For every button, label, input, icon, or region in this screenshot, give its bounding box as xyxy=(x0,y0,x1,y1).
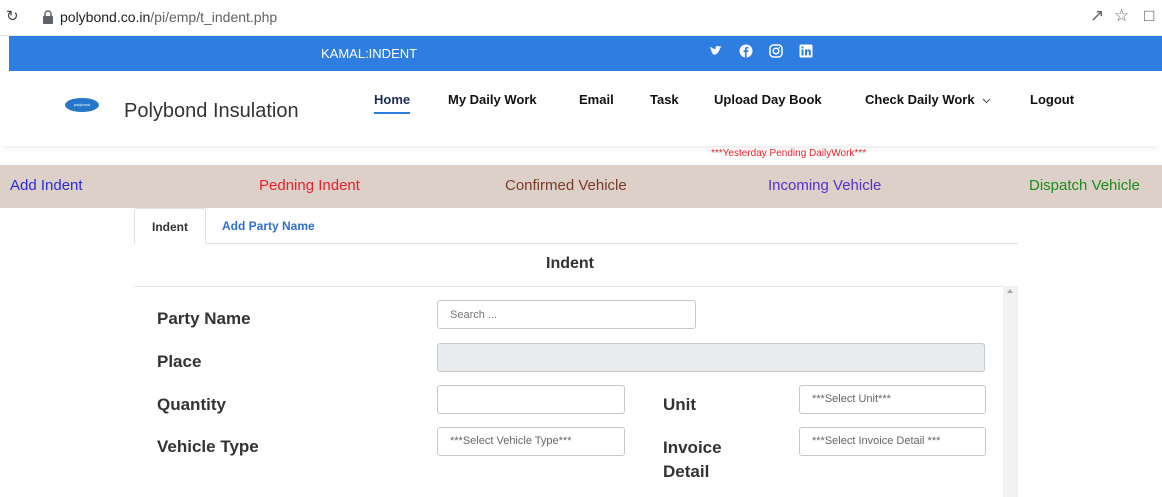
place-field xyxy=(437,343,985,372)
tab-indent[interactable]: Indent xyxy=(134,208,206,244)
nav-logout[interactable]: Logout xyxy=(1030,92,1074,107)
scroll-up-arrow-icon[interactable] xyxy=(1007,289,1013,293)
nav-task[interactable]: Task xyxy=(650,92,679,107)
unit-label: Unit xyxy=(663,395,697,414)
quantity-input[interactable] xyxy=(437,385,625,414)
nav-my-daily-work[interactable]: My Daily Work xyxy=(448,92,537,107)
tab-add-party-name[interactable]: Add Party Name xyxy=(222,208,315,244)
place-label: Place xyxy=(157,352,202,371)
nav-check-daily-work[interactable]: Check Daily Work xyxy=(865,92,991,107)
url-host: polybond.co.in xyxy=(60,9,151,25)
twitter-icon[interactable] xyxy=(709,44,723,58)
incoming-vehicle-link[interactable]: Incoming Vehicle xyxy=(768,177,881,194)
top-bar-title: KAMAL:INDENT xyxy=(321,46,418,61)
browser-address-bar: ↻ polybond.co.in/pi/emp/t_indent.php ↗ ☆… xyxy=(0,0,1162,36)
dispatch-vehicle-link[interactable]: Dispatch Vehicle xyxy=(1029,177,1140,194)
lock-icon xyxy=(43,10,53,24)
quantity-label: Quantity xyxy=(157,395,226,414)
nav-home[interactable]: Home xyxy=(374,92,411,114)
url-path: /pi/emp/t_indent.php xyxy=(150,9,278,25)
instagram-icon[interactable] xyxy=(769,44,783,58)
invoice-detail-label-line1: Invoice xyxy=(663,438,722,457)
vehicle-type-label: Vehicle Type xyxy=(157,437,259,456)
nav-upload-day-book[interactable]: Upload Day Book xyxy=(714,92,822,107)
linkedin-icon[interactable] xyxy=(799,44,813,58)
indent-menu-strip: Add Indent Pedning Indent Confirmed Vehi… xyxy=(0,165,1162,208)
chevron-down-icon xyxy=(982,98,991,103)
facebook-icon[interactable] xyxy=(739,44,753,58)
star-icon[interactable]: ☆ xyxy=(1114,6,1129,26)
pending-indent-link[interactable]: Pedning Indent xyxy=(259,177,360,194)
nav-check-daily-work-label: Check Daily Work xyxy=(865,92,975,107)
add-indent-link[interactable]: Add Indent xyxy=(10,177,83,194)
url-field[interactable]: polybond.co.in/pi/emp/t_indent.php xyxy=(60,9,277,25)
section-title: Indent xyxy=(546,255,594,272)
confirmed-vehicle-link[interactable]: Confirmed Vehicle xyxy=(505,177,627,194)
pending-dailywork-notice[interactable]: ***Yesterday Pending DailyWork*** xyxy=(711,148,866,159)
reload-icon[interactable]: ↻ xyxy=(6,7,19,25)
party-name-label: Party Name xyxy=(157,309,251,328)
social-links xyxy=(709,44,813,58)
window-icon[interactable]: □ xyxy=(1144,6,1154,26)
invoice-detail-select[interactable]: ***Select Invoice Detail *** xyxy=(799,427,986,456)
brand-name[interactable]: Polybond Insulation xyxy=(124,100,299,123)
party-name-search-input[interactable] xyxy=(437,300,696,329)
site-header: polybond Polybond Insulation Home My Dai… xyxy=(0,71,1162,146)
top-bar: KAMAL:INDENT xyxy=(9,36,1162,71)
form-tabs: Indent Add Party Name xyxy=(134,208,1018,244)
unit-select[interactable]: ***Select Unit*** xyxy=(799,385,986,414)
brand-logo[interactable]: polybond xyxy=(65,98,99,112)
nav-email[interactable]: Email xyxy=(579,92,614,107)
share-icon[interactable]: ↗ xyxy=(1090,6,1104,26)
invoice-detail-label-line2: Detail xyxy=(663,462,710,481)
form-scrollbar[interactable] xyxy=(1003,286,1018,497)
vehicle-type-select[interactable]: ***Select Vehicle Type*** xyxy=(437,427,625,456)
